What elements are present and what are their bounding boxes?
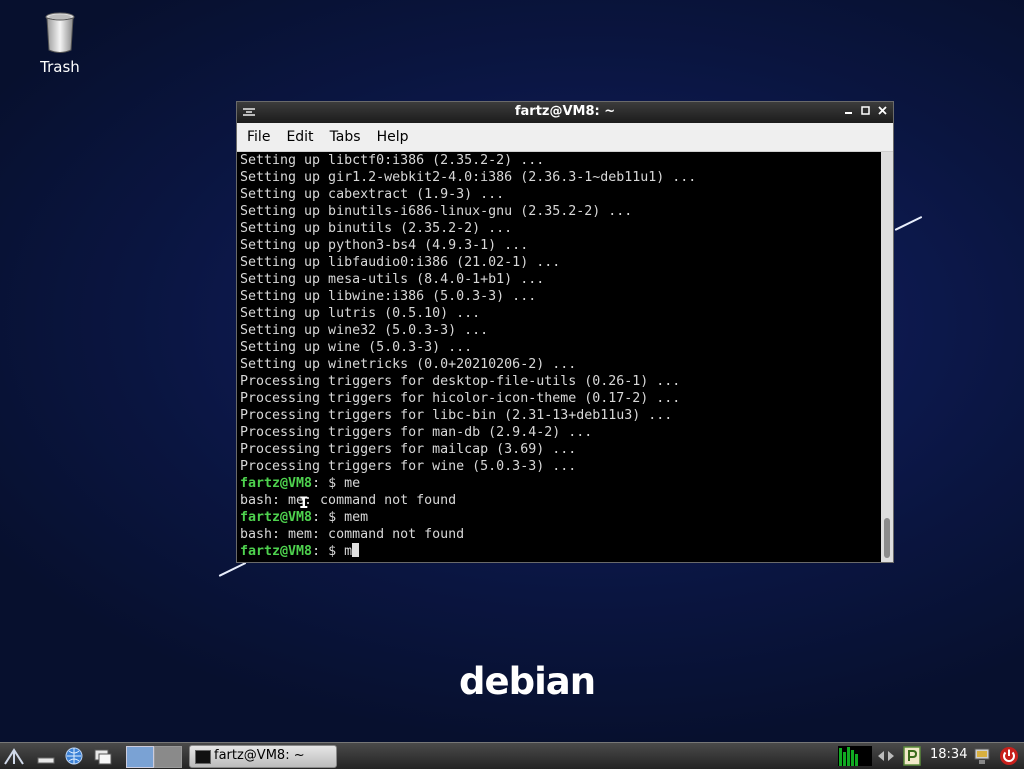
terminal-output-line: Setting up binutils-i686-linux-gnu (2.35… [240, 204, 633, 219]
terminal-window[interactable]: fartz@VM8: ~ File Edit Tabs Help Setting up… [237, 102, 893, 562]
prompt-user-host: fartz@VM8 [240, 544, 313, 559]
clock[interactable]: 18:34 [930, 747, 967, 762]
prompt-user-host: fartz@VM8 [240, 476, 313, 491]
terminal-output-line: Setting up libwine:i386 (5.0.3-3) ... [240, 289, 537, 304]
terminal-menu-bar: File Edit Tabs Help [237, 123, 893, 152]
debian-logo: debian [459, 660, 596, 703]
terminal-output-line: Processing triggers for hicolor-icon-the… [240, 391, 681, 406]
browser-icon[interactable] [64, 746, 84, 766]
terminal-output-line: Setting up wine (5.0.3-3) ... [240, 340, 473, 355]
power-icon[interactable] [999, 746, 1019, 766]
network-icon[interactable] [876, 746, 896, 766]
debian-logo-text: debian [459, 660, 596, 703]
terminal-output-line: Processing triggers for mailcap (3.69) .… [240, 442, 577, 457]
task-terminal-button[interactable]: fartz@VM8: ~ [189, 745, 337, 768]
prompt-user-host: fartz@VM8 [240, 510, 313, 525]
terminal-scrollbar[interactable] [881, 152, 893, 562]
wallpaper-swoosh-left [218, 561, 247, 577]
wallpaper-swoosh-right [894, 215, 923, 231]
terminal-prompt-line: fartz@VM8: $ me [240, 475, 696, 492]
trash-desktop-icon[interactable]: Trash [30, 12, 90, 76]
trash-label: Trash [40, 58, 80, 76]
workspace-2-icon[interactable] [154, 746, 182, 768]
prompt-command: : $ m [312, 544, 353, 559]
terminal-output-line: Processing triggers for man-db (2.9.4-2)… [240, 425, 593, 440]
terminal-output-line: Processing triggers for desktop-file-uti… [240, 374, 681, 389]
terminal-icon [195, 750, 211, 764]
menu-file[interactable]: File [239, 123, 278, 151]
window-title: fartz@VM8: ~ [514, 104, 616, 119]
mouse-ibeam-cursor: I [299, 493, 309, 512]
close-button[interactable] [875, 104, 890, 120]
terminal-output-line: Setting up mesa-utils (8.4.0-1+b1) ... [240, 272, 545, 287]
terminal-output-line: Setting up wine32 (5.0.3-3) ... [240, 323, 489, 338]
terminal-output-line: Setting up libfaudio0:i386 (21.02-1) ... [240, 255, 561, 270]
terminal-output-line: Setting up libctf0:i386 (2.35.2-2) ... [240, 153, 545, 168]
menu-tabs[interactable]: Tabs [322, 123, 369, 151]
taskbar: fartz@VM8: ~ 18:34 [0, 742, 1024, 769]
trash-icon [45, 12, 75, 53]
maximize-icon [861, 106, 870, 115]
cpu-monitor-icon [838, 746, 872, 766]
terminal-prompt-line: fartz@VM8: $ m [240, 543, 696, 560]
menu-edit[interactable]: Edit [278, 123, 321, 151]
minimize-icon [845, 112, 852, 114]
start-menu-icon[interactable] [4, 746, 24, 766]
maximize-button[interactable] [858, 104, 873, 120]
workspace-1-icon[interactable] [126, 746, 154, 768]
terminal-output-line: Setting up winetricks (0.0+20210206-2) .… [240, 357, 577, 372]
network-status-icon[interactable] [972, 746, 992, 766]
minimize-button[interactable] [841, 104, 856, 120]
menu-help[interactable]: Help [369, 123, 417, 151]
clipboard-icon[interactable] [902, 746, 922, 766]
show-desktop-icon[interactable] [36, 746, 56, 766]
scrollbar-thumb[interactable] [884, 518, 890, 558]
prompt-command: : $ mem [312, 510, 369, 525]
terminal-output-line: Setting up gir1.2-webkit2-4.0:i386 (2.36… [240, 170, 697, 185]
terminal-output-line: Setting up lutris (0.5.10) ... [240, 306, 481, 321]
file-manager-icon[interactable] [93, 746, 113, 766]
terminal-output-line: Processing triggers for wine (5.0.3-3) .… [240, 459, 577, 474]
task-terminal-label: fartz@VM8: ~ [214, 748, 305, 763]
terminal-output[interactable]: Setting up libctf0:i386 (2.35.2-2) ... Se… [237, 152, 881, 562]
terminal-output-line: Setting up python3-bs4 (4.9.3-1) ... [240, 238, 529, 253]
terminal-output-line: Setting up cabextract (1.9-3) ... [240, 187, 505, 202]
terminal-output-line: Processing triggers for libc-bin (2.31-1… [240, 408, 673, 423]
window-title-bar[interactable]: fartz@VM8: ~ [237, 102, 893, 123]
terminal-output-line: bash: mem: command not found [240, 527, 465, 542]
terminal-output-line: Setting up binutils (2.35.2-2) ... [240, 221, 513, 236]
close-icon [878, 106, 887, 115]
terminal-cursor [352, 543, 360, 557]
prompt-command: : $ me [312, 476, 361, 491]
